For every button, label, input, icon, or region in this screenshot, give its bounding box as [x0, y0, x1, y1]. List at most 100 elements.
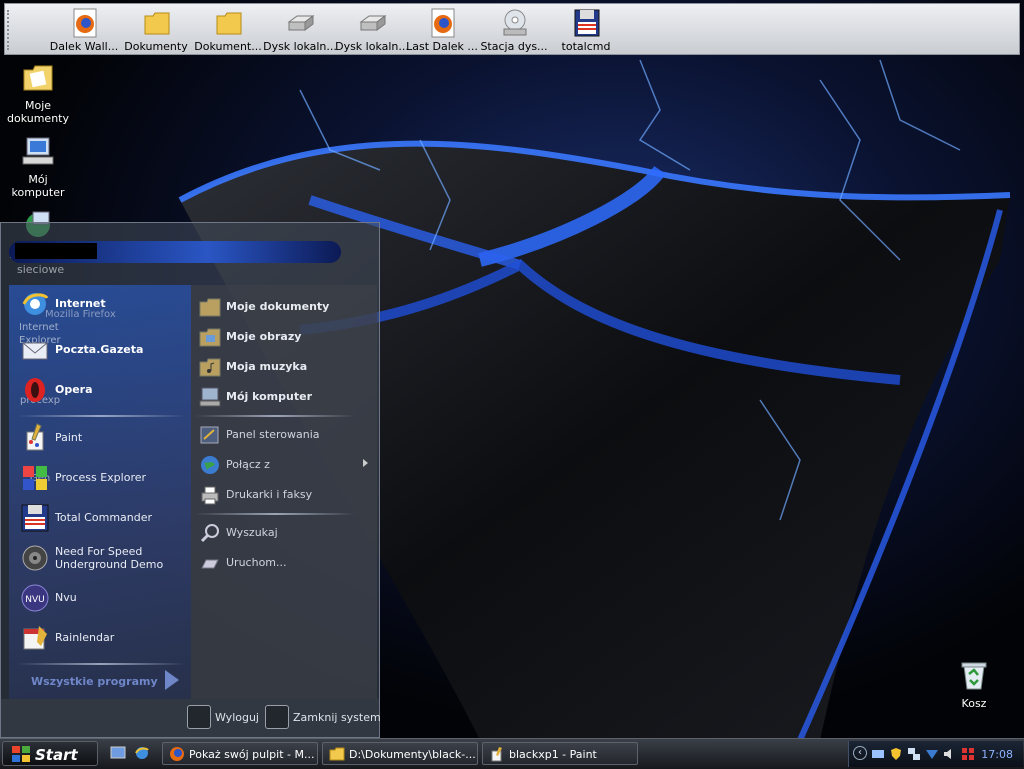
recycle-bin-icon [961, 662, 987, 690]
pinned-poczta-gazeta[interactable]: Poczta.Gazeta [9, 331, 191, 369]
folder-icon [216, 12, 242, 35]
shield-icon[interactable] [889, 747, 903, 761]
place-run[interactable]: Uruchom... [191, 547, 377, 577]
shelf-item-cd-drive[interactable]: Stacja dys... [477, 4, 551, 56]
paint-icon [26, 423, 44, 451]
computer-icon [199, 387, 221, 407]
rainlendar-icon [23, 626, 47, 650]
shelf-item-totalcmd[interactable]: totalcmd [549, 4, 623, 56]
shelf-item-dalek-wallpaper[interactable]: Dalek Wall... [47, 4, 121, 56]
desktop-icon-label: Mój komputer [11, 173, 65, 199]
cd-drive-icon [503, 9, 527, 36]
recent-total-commander[interactable]: Total Commander [9, 499, 191, 537]
recent-nvu[interactable]: NVU Nvu [9, 579, 191, 617]
paint-icon [491, 747, 502, 762]
shelf-item-label: Dalek Wall... [49, 40, 119, 53]
internet-explorer-icon[interactable] [134, 745, 150, 761]
task-label: blackxp1 - Paint [509, 748, 597, 761]
start-menu-separator [17, 663, 185, 665]
shelf-item-label: Dysk lokaln... [335, 40, 409, 53]
task-label: D:\Dokumenty\black-... [349, 748, 475, 761]
recent-label: Need For Speed Underground Demo [55, 545, 163, 571]
quick-launch-shelf: Dalek Wall... Dokumenty Dokument... Dysk… [4, 3, 1020, 55]
taskbar-clock[interactable]: 17:08 [981, 748, 1013, 761]
start-menu-separator [195, 415, 355, 417]
shelf-item-label: Dokumenty [124, 40, 188, 53]
internet-explorer-icon [22, 293, 49, 315]
pinned-label: Poczta.Gazeta [55, 343, 144, 356]
svg-text:NVU: NVU [25, 595, 44, 605]
place-control-panel[interactable]: Panel sterowania [191, 419, 377, 449]
shelf-item-label: Dokument... [194, 40, 262, 53]
shelf-item-local-disk-1[interactable]: Dysk lokaln... [263, 4, 337, 56]
network-tray-icon[interactable] [907, 747, 921, 761]
control-panel-icon [200, 426, 219, 444]
taskbar: Start Pokaż swój pulpit - M... D:\Dokume… [0, 738, 1024, 769]
place-label: Drukarki i faksy [226, 488, 313, 501]
desktop-icon-my-documents[interactable]: Moje dokumenty [3, 60, 73, 125]
place-label: Panel sterowania [226, 428, 320, 441]
task-explorer[interactable]: D:\Dokumenty\black-... [322, 742, 478, 765]
start-menu-places-pane: Moje dokumenty Moje obrazy Moja muzyka M… [191, 285, 377, 699]
place-my-pictures[interactable]: Moje obrazy [191, 321, 377, 351]
shelf-item-label: Stacja dys... [480, 40, 548, 53]
all-programs-button[interactable]: Wszystkie programy [31, 675, 158, 688]
pinned-internet[interactable]: Internet [9, 285, 191, 323]
start-label: Start [35, 746, 78, 764]
place-printers[interactable]: Drukarki i faksy [191, 479, 377, 509]
place-label: Mój komputer [226, 390, 312, 403]
power-icon [265, 705, 289, 729]
place-label: Połącz z [226, 458, 270, 471]
folder-icon [329, 747, 345, 761]
grid-app-icon[interactable] [961, 747, 975, 761]
pinned-opera[interactable]: Opera [9, 371, 191, 409]
shelf-item-dokumenty[interactable]: Dokumenty [119, 4, 193, 56]
place-label: Uruchom... [226, 556, 287, 569]
pinned-label: Opera [55, 383, 93, 396]
shelf-item-dokument[interactable]: Dokument... [191, 4, 265, 56]
recent-label: Paint [55, 431, 83, 444]
firefox-document-icon [73, 8, 97, 38]
start-menu-footer: Wyloguj Zamknij system [1, 699, 381, 737]
place-search[interactable]: Wyszukaj [191, 517, 377, 547]
system-tray: ‹ 17:08 [848, 741, 1023, 767]
start-button[interactable]: Start [2, 741, 98, 766]
start-menu-separator [195, 513, 355, 515]
recent-need-for-speed[interactable]: Need For Speed Underground Demo [9, 539, 191, 577]
recent-paint[interactable]: Paint [9, 419, 191, 457]
nfs-label-line1: Need For Speed [55, 545, 143, 558]
windows-logo-icon [12, 746, 30, 762]
tray-app-icon[interactable] [871, 747, 885, 761]
place-connect-to[interactable]: Połącz z [191, 449, 377, 479]
desktop-icon-label: Kosz [961, 697, 987, 710]
shelf-item-label: Last Dalek ... [406, 40, 478, 53]
shelf-item-local-disk-2[interactable]: Dysk lokaln... [335, 4, 409, 56]
printer-icon [201, 486, 219, 505]
process-explorer-icon [23, 466, 47, 490]
show-desktop-icon[interactable] [110, 745, 126, 761]
place-my-computer[interactable]: Mój komputer [191, 381, 377, 411]
shelf-item-label: totalcmd [561, 40, 611, 53]
globe-icon [201, 456, 219, 474]
recent-rainlendar[interactable]: Rainlendar [9, 619, 191, 657]
desktop-icon-my-computer[interactable]: Mój komputer [3, 134, 73, 199]
task-firefox[interactable]: Pokaż swój pulpit - M... [162, 742, 318, 765]
antivirus-icon[interactable] [925, 747, 939, 761]
key-icon [187, 705, 211, 729]
firefox-icon [170, 747, 184, 761]
pictures-folder-icon [199, 328, 221, 347]
place-my-music[interactable]: Moja muzyka [191, 351, 377, 381]
tray-expand-icon[interactable]: ‹ [853, 746, 867, 760]
recent-process-explorer[interactable]: Process Explorer [9, 459, 191, 497]
shelf-grip-handle[interactable] [7, 10, 15, 50]
place-label: Moja muzyka [226, 360, 308, 373]
start-menu: Mozilla Firefox Internet Explorer procex… [0, 222, 381, 738]
shelf-item-last-dalek[interactable]: Last Dalek ... [405, 4, 479, 56]
volume-icon[interactable] [943, 747, 957, 761]
desktop-icon-recycle-bin[interactable]: Kosz [944, 658, 1004, 710]
pinned-label: Internet [55, 297, 106, 310]
recent-label: Process Explorer [55, 471, 147, 484]
place-my-documents[interactable]: Moje dokumenty [191, 291, 377, 321]
task-paint[interactable]: blackxp1 - Paint [482, 742, 638, 765]
hard-drive-icon [359, 15, 387, 31]
